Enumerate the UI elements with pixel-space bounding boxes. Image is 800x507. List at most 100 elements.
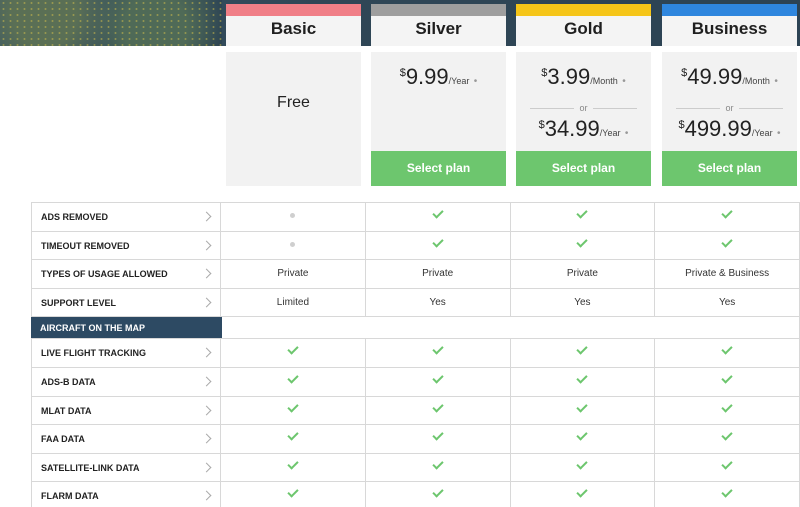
feature-label-text: ADS-B DATA — [41, 376, 96, 387]
feature-cell — [511, 425, 656, 453]
feature-value: Yes — [429, 296, 446, 308]
plan-basic-free-label: Free — [277, 94, 310, 111]
feature-cell: Private — [511, 260, 656, 288]
check-icon — [576, 400, 589, 413]
price-period: /Year — [448, 76, 470, 86]
price-info-mark: • — [777, 128, 781, 139]
check-icon — [576, 207, 589, 219]
table-row: TIMEOUT REMOVED — [31, 231, 800, 261]
price-amount: 3.99 — [547, 64, 591, 89]
feature-label-text: LIVE FLIGHT TRACKING — [41, 348, 146, 359]
or-divider: or — [676, 102, 783, 114]
check-icon — [287, 429, 299, 441]
select-plan-business-button[interactable]: Select plan — [662, 151, 797, 186]
feature-cell — [366, 453, 511, 482]
feature-cell — [511, 203, 656, 231]
feature-label-text: SUPPORT LEVEL — [41, 297, 117, 308]
check-icon — [431, 458, 444, 470]
feature-label[interactable]: TIMEOUT REMOVED — [31, 231, 222, 260]
feature-cell — [366, 425, 511, 453]
check-icon — [721, 207, 733, 219]
plan-gold: Gold $3.99/Month • or $34.99/Year • Sele… — [516, 4, 651, 186]
feature-cell — [221, 231, 366, 260]
or-divider-line-right — [593, 108, 637, 109]
check-icon — [576, 429, 589, 441]
feature-label-text: FAA DATA — [41, 434, 85, 445]
price-period: /Month — [742, 76, 770, 86]
chevron-right-icon — [201, 376, 212, 387]
plan-gold-body: $3.99/Month • or $34.99/Year • Select pl… — [516, 52, 651, 186]
plan-business-stripe — [662, 4, 797, 16]
feature-cell: Private — [366, 260, 511, 288]
plan-gold-price-month: $3.99/Month • — [516, 64, 651, 90]
feature-label-text: TIMEOUT REMOVED — [41, 240, 130, 251]
price-info-mark: • — [624, 128, 629, 139]
feature-value: Private — [566, 268, 598, 280]
feature-value: Private — [277, 268, 309, 280]
price-info-mark: • — [622, 76, 626, 87]
feature-label-text: MLAT DATA — [41, 405, 92, 416]
dot-icon — [290, 213, 296, 218]
table-row: LIVE FLIGHT TRACKING — [31, 339, 800, 368]
feature-value: Yes — [574, 296, 591, 308]
chevron-right-icon — [201, 490, 212, 501]
chevron-right-icon — [201, 433, 212, 444]
feature-cell — [655, 367, 800, 396]
dot-icon — [290, 241, 296, 247]
plan-basic-name: Basic — [226, 16, 361, 46]
price-period: /Year — [599, 128, 621, 138]
check-icon — [576, 343, 589, 356]
feature-cell — [221, 396, 366, 425]
feature-label[interactable]: LIVE FLIGHT TRACKING — [31, 339, 222, 367]
feature-label[interactable]: TYPES OF USAGE ALLOWED — [31, 260, 222, 288]
price-amount: 49.99 — [687, 64, 743, 89]
feature-cell: Private & Business — [655, 260, 800, 288]
check-icon — [576, 458, 589, 470]
plan-business-price-year: $499.99/Year • — [662, 116, 797, 142]
check-icon — [576, 486, 589, 499]
map-thumbnail — [0, 0, 222, 46]
feature-label[interactable]: FAA DATA — [31, 425, 222, 453]
check-icon — [721, 429, 733, 441]
check-icon — [287, 372, 299, 384]
map-flight-dots — [0, 0, 222, 46]
table-row: FLARM DATA — [31, 482, 800, 507]
feature-cell — [655, 482, 800, 507]
feature-label-text: ADS REMOVED — [41, 212, 109, 222]
section-header: AIRCRAFT ON THE MAP — [31, 317, 800, 340]
check-icon — [576, 372, 589, 384]
feature-label[interactable]: ADS REMOVED — [31, 203, 222, 231]
check-icon — [721, 235, 733, 248]
currency-symbol: $ — [681, 67, 688, 79]
table-row: ADS-B DATA — [31, 367, 800, 397]
check-icon — [431, 429, 444, 441]
table-row: MLAT DATA — [31, 396, 800, 426]
chevron-right-icon — [201, 405, 212, 416]
chevron-right-icon — [201, 347, 212, 358]
feature-label-text: SATELLITE-LINK DATA — [41, 462, 140, 473]
feature-cell — [366, 482, 511, 507]
price-amount: 9.99 — [405, 64, 449, 89]
check-icon — [287, 486, 299, 499]
or-divider: or — [530, 102, 637, 114]
feature-cell — [221, 203, 366, 231]
price-info-mark: • — [774, 76, 778, 87]
feature-label[interactable]: MLAT DATA — [31, 396, 222, 425]
feature-cell — [366, 203, 511, 231]
feature-cell — [655, 453, 800, 482]
currency-symbol: $ — [399, 67, 406, 79]
feature-label[interactable]: SATELLITE-LINK DATA — [31, 453, 222, 482]
plan-basic-stripe — [226, 4, 361, 16]
feature-label[interactable]: FLARM DATA — [31, 482, 222, 507]
check-icon — [431, 235, 444, 248]
select-plan-gold-button[interactable]: Select plan — [516, 151, 651, 186]
feature-cell — [655, 425, 800, 453]
feature-value: Yes — [718, 296, 736, 308]
feature-label[interactable]: ADS-B DATA — [31, 367, 222, 396]
feature-value: Limited — [276, 296, 310, 308]
feature-cell — [221, 367, 366, 396]
check-icon — [576, 235, 589, 248]
select-plan-silver-button[interactable]: Select plan — [371, 151, 506, 186]
price-period: /Year — [751, 128, 773, 138]
feature-label[interactable]: SUPPORT LEVEL — [31, 288, 222, 317]
